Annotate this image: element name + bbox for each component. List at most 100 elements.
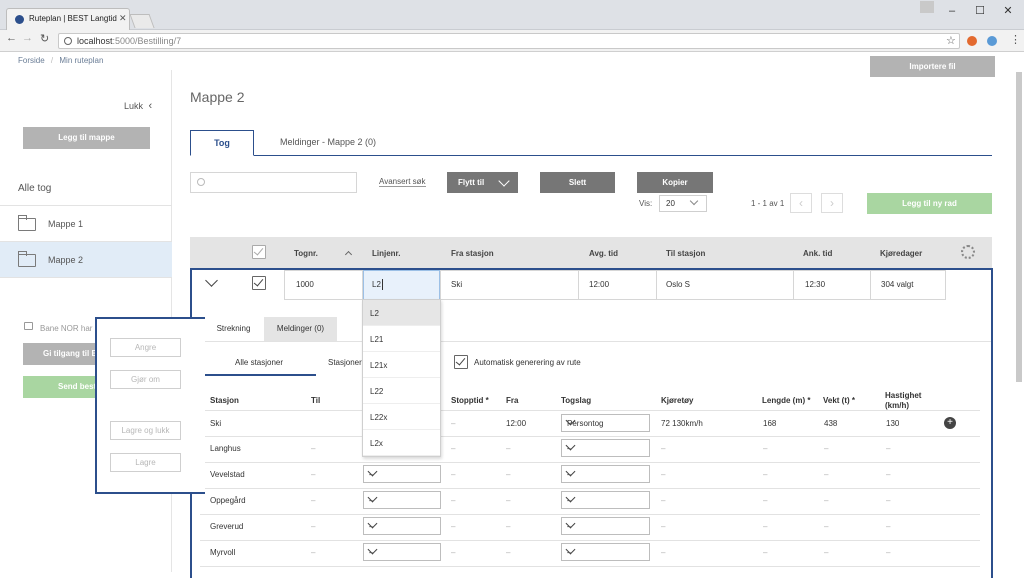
station-fra[interactable]: – <box>506 548 510 557</box>
station-stopptid[interactable]: – <box>451 444 455 453</box>
linje-select[interactable]: – <box>363 465 441 483</box>
breadcrumb-current[interactable]: Min ruteplan <box>59 56 103 65</box>
station-til[interactable]: – <box>311 470 315 479</box>
station-fra[interactable]: – <box>506 444 510 453</box>
cell-dager[interactable]: 304 valgt <box>881 280 913 289</box>
togslag-select[interactable]: – <box>561 491 650 509</box>
togslag-select[interactable]: – <box>561 517 650 535</box>
station-lengde[interactable]: – <box>763 444 767 453</box>
togslag-select[interactable]: Persontog <box>561 414 650 432</box>
cell-fra[interactable]: Ski <box>451 280 462 289</box>
station-stopptid[interactable]: – <box>451 470 455 479</box>
station-hastighet[interactable]: – <box>886 444 890 453</box>
move-to-button[interactable]: Flytt til <box>447 172 518 193</box>
search-input[interactable] <box>190 172 357 193</box>
station-vekt[interactable]: – <box>824 444 828 453</box>
station-vekt[interactable]: – <box>824 496 828 505</box>
station-lengde[interactable]: – <box>763 470 767 479</box>
url-input[interactable]: localhost:5000/Bestilling/7 <box>58 33 960 49</box>
add-folder-button[interactable]: Legg til mappe <box>23 127 150 149</box>
auto-generate-checkbox[interactable] <box>454 355 468 369</box>
station-vekt[interactable]: 438 <box>824 419 837 428</box>
close-window-icon[interactable]: ✕ <box>1000 3 1016 19</box>
detail-tab-meldinger[interactable]: Meldinger (0) <box>264 317 337 341</box>
subtab-stasjoner[interactable]: Stasjoner <box>328 358 362 367</box>
station-kjoretoy[interactable]: – <box>661 548 665 557</box>
col-kjoredager[interactable]: Kjøredager <box>880 249 922 258</box>
tab-meldinger[interactable]: Meldinger - Mappe 2 (0) <box>280 137 376 147</box>
browser-tab[interactable]: Ruteplan | BEST Langtid ✕ <box>6 8 130 30</box>
station-kjoretoy[interactable]: – <box>661 496 665 505</box>
page-size-select[interactable]: 20 <box>659 195 707 212</box>
station-til[interactable]: – <box>311 548 315 557</box>
station-kjoretoy[interactable]: – <box>661 470 665 479</box>
col-til-stasjon[interactable]: Til stasjon <box>666 249 705 258</box>
station-til[interactable]: – <box>311 522 315 531</box>
togslag-select[interactable]: – <box>561 543 650 561</box>
station-til[interactable]: – <box>311 444 315 453</box>
close-tab-icon[interactable]: ✕ <box>119 13 127 24</box>
breadcrumb-home[interactable]: Forside <box>18 56 45 65</box>
station-til[interactable]: – <box>311 496 315 505</box>
gear-icon[interactable] <box>961 245 975 259</box>
minimize-icon[interactable]: – <box>944 3 960 19</box>
station-fra[interactable]: 12:00 <box>506 419 526 428</box>
sidebar-folder-2[interactable]: Mappe 2 <box>0 242 172 278</box>
row-checkbox[interactable] <box>252 276 266 290</box>
station-lengde[interactable]: – <box>763 522 767 531</box>
station-kjoretoy[interactable]: – <box>661 522 665 531</box>
prev-page-button[interactable]: ‹ <box>790 193 812 213</box>
page-scrollbar[interactable] <box>1016 72 1022 382</box>
back-icon[interactable]: ← <box>6 32 17 44</box>
col-fra-stasjon[interactable]: Fra stasjon <box>451 249 494 258</box>
linje-select[interactable]: – <box>363 543 441 561</box>
station-hastighet[interactable]: – <box>886 496 890 505</box>
station-fra[interactable]: – <box>506 522 510 531</box>
cell-ank[interactable]: 12:30 <box>805 280 825 289</box>
add-circle-icon[interactable]: + <box>944 417 956 429</box>
station-stopptid[interactable]: – <box>451 522 455 531</box>
extension2-icon[interactable] <box>987 36 997 46</box>
togslag-select[interactable]: – <box>561 439 650 457</box>
dropdown-option[interactable]: L22 <box>363 378 440 404</box>
station-vekt[interactable]: – <box>824 522 828 531</box>
station-fra[interactable]: – <box>506 496 510 505</box>
add-row-button[interactable]: Legg til ny rad <box>867 193 992 214</box>
station-stopptid[interactable]: – <box>451 496 455 505</box>
col-avg-tid[interactable]: Avg. tid <box>589 249 618 258</box>
station-stopptid[interactable]: – <box>451 548 455 557</box>
dropdown-option[interactable]: L2 <box>363 300 440 326</box>
cell-avg[interactable]: 12:00 <box>589 280 609 289</box>
select-all-checkbox[interactable] <box>252 245 266 259</box>
tab-tog[interactable]: Tog <box>190 130 254 156</box>
station-kjoretoy[interactable]: 72 130km/h <box>661 419 703 428</box>
bookmark-star-icon[interactable]: ☆ <box>946 34 956 47</box>
forward-icon[interactable]: → <box>22 32 33 44</box>
station-hastighet[interactable]: – <box>886 522 890 531</box>
cell-tognr[interactable]: 1000 <box>296 280 314 289</box>
station-kjoretoy[interactable]: – <box>661 444 665 453</box>
undo-button[interactable]: Angre <box>110 338 181 357</box>
linje-select[interactable]: – <box>363 517 441 535</box>
station-lengde[interactable]: – <box>763 548 767 557</box>
station-lengde[interactable]: 168 <box>763 419 776 428</box>
col-tognr[interactable]: Tognr. <box>294 249 318 258</box>
station-stopptid[interactable]: – <box>451 419 455 428</box>
dropdown-option[interactable]: L2x <box>363 430 440 456</box>
advanced-search-link[interactable]: Avansert søk <box>379 177 426 187</box>
station-vekt[interactable]: – <box>824 470 828 479</box>
close-sidebar[interactable]: Lukk ‹ <box>124 100 152 112</box>
dropdown-option[interactable]: L21x <box>363 352 440 378</box>
dropdown-option[interactable]: L22x <box>363 404 440 430</box>
sidebar-folder-1[interactable]: Mappe 1 <box>0 206 172 242</box>
station-fra[interactable]: – <box>506 470 510 479</box>
user-icon[interactable] <box>920 1 934 13</box>
import-file-button[interactable]: Importere fil <box>870 56 995 77</box>
station-hastighet[interactable]: – <box>886 470 890 479</box>
cell-til[interactable]: Oslo S <box>666 280 690 289</box>
linjenr-input[interactable]: L2 <box>363 270 440 300</box>
station-lengde[interactable]: – <box>763 496 767 505</box>
reload-icon[interactable]: ↻ <box>40 32 49 45</box>
delete-button[interactable]: Slett <box>540 172 615 193</box>
next-page-button[interactable]: › <box>821 193 843 213</box>
